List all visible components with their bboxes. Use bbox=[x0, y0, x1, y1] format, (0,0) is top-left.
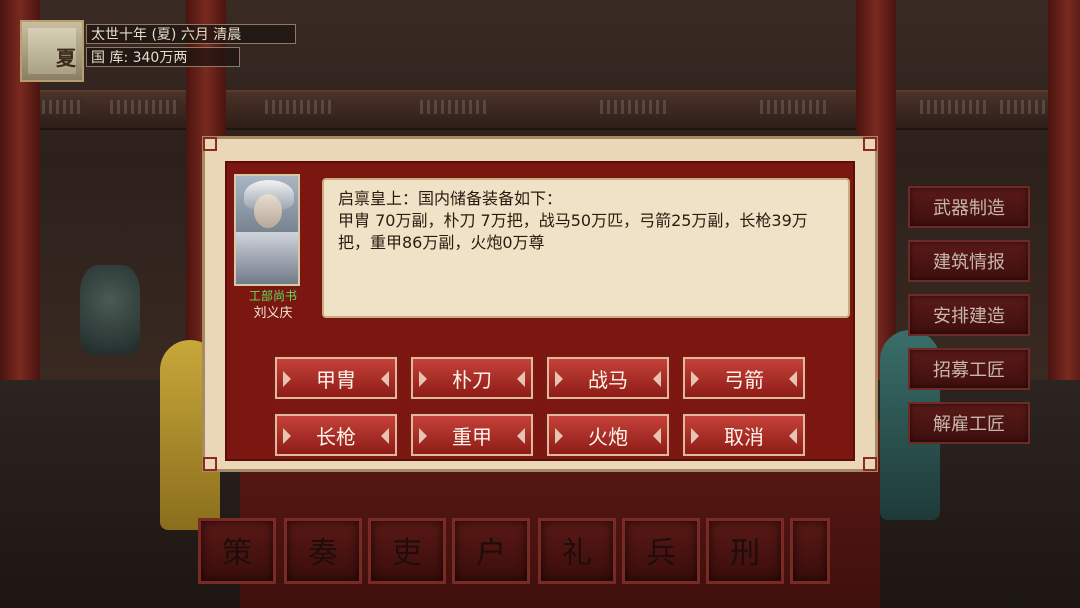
arrow-right-icon bbox=[517, 371, 525, 387]
lattice-window bbox=[600, 100, 670, 114]
button-label: 取消 bbox=[724, 425, 764, 449]
portrait-armor bbox=[236, 232, 298, 284]
date-display: 太世十年 (夏) 六月 清晨 bbox=[86, 24, 296, 44]
arrow-right-icon bbox=[517, 428, 525, 444]
arrow-left-icon bbox=[283, 428, 291, 444]
button-label: 弓箭 bbox=[724, 368, 764, 392]
arrow-right-icon bbox=[381, 371, 389, 387]
arrow-right-icon bbox=[653, 371, 661, 387]
lattice-window bbox=[920, 100, 990, 114]
arrow-right-icon bbox=[789, 428, 797, 444]
message-line: 启禀皇上：国内储备装备如下： bbox=[338, 189, 563, 208]
arrow-left-icon bbox=[283, 371, 291, 387]
arrow-right-icon bbox=[789, 371, 797, 387]
button-label: 火炮 bbox=[588, 425, 628, 449]
dialog-corner bbox=[203, 457, 217, 471]
dynasty-emblem[interactable]: 夏 bbox=[20, 20, 84, 82]
equipment-button-warhorse[interactable]: 战马 bbox=[547, 357, 669, 399]
arrow-left-icon bbox=[419, 371, 427, 387]
arrow-right-icon bbox=[381, 428, 389, 444]
arrow-left-icon bbox=[555, 428, 563, 444]
arrow-left-icon bbox=[691, 371, 699, 387]
official-name: 刘义庆 bbox=[253, 306, 293, 321]
side-menu-building-info[interactable]: 建筑情报 bbox=[908, 240, 1030, 282]
dialog-corner bbox=[863, 457, 877, 471]
ministry-button-personnel[interactable]: 吏 bbox=[368, 518, 446, 584]
lattice-window bbox=[265, 100, 335, 114]
dialog-corner bbox=[863, 137, 877, 151]
arrow-right-icon bbox=[653, 428, 661, 444]
ministry-button-partial[interactable] bbox=[790, 518, 830, 584]
ministry-button-strategy[interactable]: 策 bbox=[198, 518, 276, 584]
equipment-button-cannon[interactable]: 火炮 bbox=[547, 414, 669, 456]
official-portrait bbox=[234, 174, 300, 286]
equipment-button-bow[interactable]: 弓箭 bbox=[683, 357, 805, 399]
arrow-left-icon bbox=[555, 371, 563, 387]
side-menu-dismiss-craftsmen[interactable]: 解雇工匠 bbox=[908, 402, 1030, 444]
side-menu-arrange-construction[interactable]: 安排建造 bbox=[908, 294, 1030, 336]
button-label: 朴刀 bbox=[452, 368, 492, 392]
message-line: 甲胄 70万副，朴刀 7万把，战马50万匹，弓箭25万副，长枪39万把，重甲86… bbox=[338, 211, 808, 252]
button-label: 战马 bbox=[588, 368, 628, 392]
ministry-button-revenue[interactable]: 户 bbox=[452, 518, 530, 584]
arrow-left-icon bbox=[419, 428, 427, 444]
ministry-button-memorial[interactable]: 奏 bbox=[284, 518, 362, 584]
ministry-button-rites[interactable]: 礼 bbox=[538, 518, 616, 584]
button-label: 长枪 bbox=[316, 425, 356, 449]
button-label: 甲胄 bbox=[316, 368, 356, 392]
cancel-button[interactable]: 取消 bbox=[683, 414, 805, 456]
equipment-button-armor[interactable]: 甲胄 bbox=[275, 357, 397, 399]
equipment-button-heavy-armor[interactable]: 重甲 bbox=[411, 414, 533, 456]
side-menu-recruit-craftsmen[interactable]: 招募工匠 bbox=[908, 348, 1030, 390]
portrait-face bbox=[254, 194, 282, 228]
equipment-button-broadsword[interactable]: 朴刀 bbox=[411, 357, 533, 399]
treasury-display: 国 库: 340万两 bbox=[86, 47, 240, 67]
lattice-window bbox=[110, 100, 180, 114]
button-label: 重甲 bbox=[452, 425, 492, 449]
message-box: 启禀皇上：国内储备装备如下： 甲胄 70万副，朴刀 7万把，战马50万匹，弓箭2… bbox=[322, 178, 850, 318]
ministry-button-war[interactable]: 兵 bbox=[622, 518, 700, 584]
side-menu-weapon-manufacture[interactable]: 武器制造 bbox=[908, 186, 1030, 228]
arrow-left-icon bbox=[691, 428, 699, 444]
dynasty-glyph: 夏 bbox=[56, 46, 76, 70]
lattice-window bbox=[420, 100, 490, 114]
lattice-window bbox=[760, 100, 830, 114]
bronze-urn bbox=[80, 265, 140, 355]
dialog-corner bbox=[203, 137, 217, 151]
ministry-button-justice[interactable]: 刑 bbox=[706, 518, 784, 584]
equipment-button-spear[interactable]: 长枪 bbox=[275, 414, 397, 456]
